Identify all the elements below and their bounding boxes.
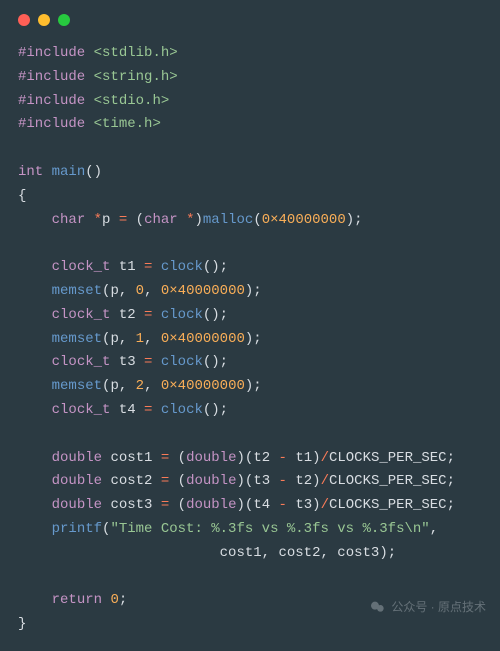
minimize-icon[interactable] xyxy=(38,14,50,26)
code-block: #include <stdlib.h> #include <string.h> … xyxy=(18,42,482,637)
include-header: time.h xyxy=(102,116,152,132)
include-header: string.h xyxy=(102,69,169,85)
wechat-icon xyxy=(369,599,385,615)
include-header: stdlib.h xyxy=(102,45,169,61)
watermark: 公众号 · 原点技术 xyxy=(369,597,486,617)
return-type: int xyxy=(18,164,43,180)
include-header: stdio.h xyxy=(102,93,161,109)
watermark-label: 公众号 · 原点技术 xyxy=(391,597,486,617)
close-icon[interactable] xyxy=(18,14,30,26)
code-window: #include <stdlib.h> #include <string.h> … xyxy=(0,0,500,651)
maximize-icon[interactable] xyxy=(58,14,70,26)
func-name: main xyxy=(52,164,86,180)
brace-open: { xyxy=(18,188,26,204)
window-controls xyxy=(18,14,482,26)
brace-close: } xyxy=(18,616,26,632)
